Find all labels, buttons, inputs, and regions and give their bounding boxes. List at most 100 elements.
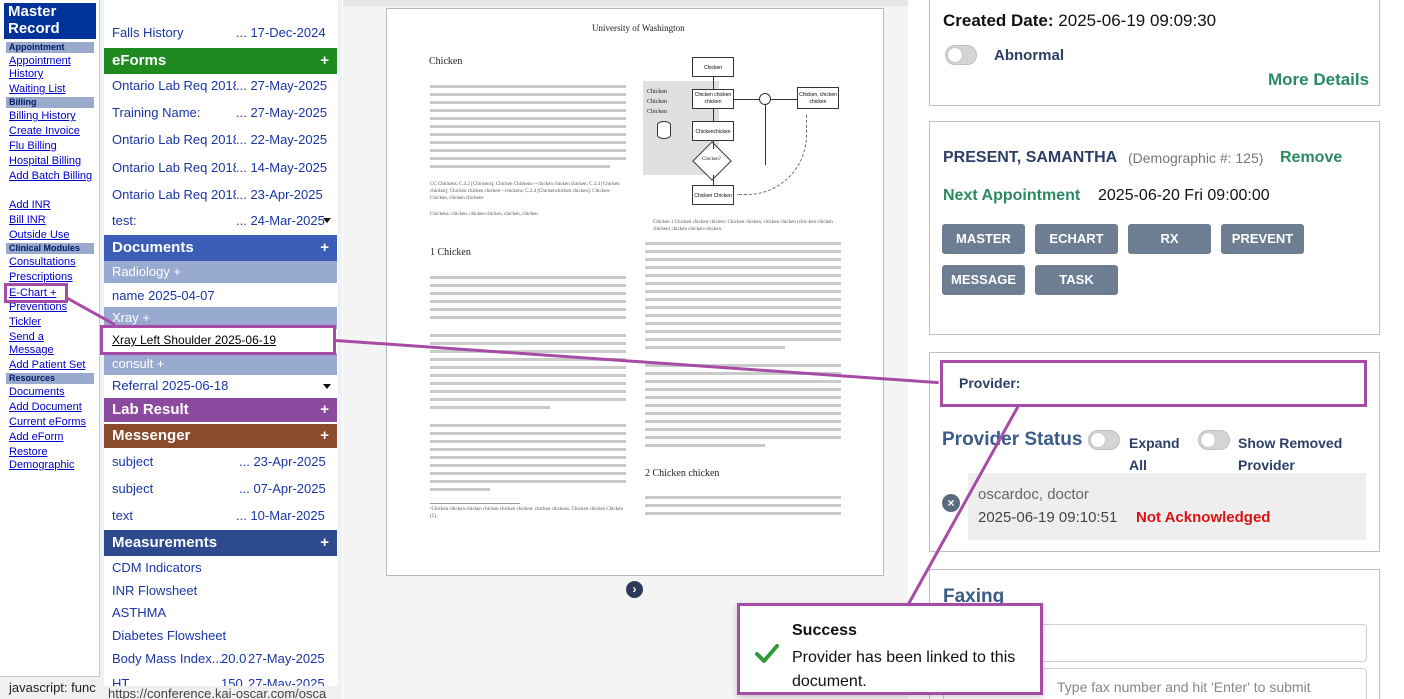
- task-button[interactable]: TASK: [1035, 265, 1118, 295]
- link-waiting-list[interactable]: Waiting List: [9, 83, 65, 96]
- pdf-page[interactable]: University of Washington Chicken CC Chic…: [386, 8, 884, 576]
- document-item[interactable]: Referral 2025-06-18: [112, 378, 228, 394]
- lab-result-header[interactable]: Lab Result +: [104, 398, 337, 422]
- messenger-add-icon[interactable]: +: [320, 424, 329, 448]
- eform-item[interactable]: Training Name:: [112, 105, 236, 121]
- measurements-add-icon[interactable]: +: [320, 530, 329, 556]
- link-add-inr[interactable]: Add INR: [9, 199, 51, 212]
- link-send-message[interactable]: Send a Message: [9, 331, 69, 357]
- expand-all-label: Expand All: [1129, 435, 1180, 473]
- pdf-section-2: 2 Chicken chicken: [645, 468, 720, 479]
- browser-status-bar: javascript: func: [0, 676, 104, 699]
- measurement-item[interactable]: Diabetes Flowsheet: [112, 628, 226, 644]
- link-add-patient-set[interactable]: Add Patient Set: [9, 359, 85, 372]
- measurement-bmi[interactable]: Body Mass Index...: [112, 651, 223, 667]
- abnormal-toggle[interactable]: [945, 45, 977, 65]
- message-item[interactable]: subject: [112, 454, 232, 470]
- eform-item[interactable]: Ontario Lab Req 2018:: [112, 187, 236, 203]
- link-add-eform[interactable]: Add eForm: [9, 431, 63, 444]
- link-add-batch-billing[interactable]: Add Batch Billing: [9, 170, 93, 183]
- next-page-chevron-icon[interactable]: ›: [626, 581, 643, 598]
- documents-add-icon[interactable]: +: [320, 235, 329, 261]
- pdf-figure-side-label: Chicken: [647, 99, 667, 105]
- browser-url-status: https://conference.kai-oscar.com/osca: [104, 686, 342, 699]
- link-consultations[interactable]: Consultations: [9, 256, 76, 269]
- link-bill-inr[interactable]: Bill INR: [9, 214, 46, 227]
- pdf-section-1: 1 Chicken: [430, 247, 471, 258]
- expand-all-toggle[interactable]: [1088, 430, 1120, 450]
- eform-item-date: ... 23-Apr-2025: [236, 187, 323, 202]
- document-item[interactable]: name 2025-04-07: [112, 288, 215, 304]
- link-appointment-history[interactable]: Appointment History: [9, 55, 97, 81]
- link-current-eforms[interactable]: Current eForms: [9, 416, 86, 429]
- link-documents[interactable]: Documents: [9, 386, 65, 399]
- measurement-bmi-date: 27-May-2025: [248, 651, 325, 666]
- prevent-button[interactable]: PREVENT: [1221, 224, 1304, 254]
- eform-item-date: ... 14-May-2025: [236, 160, 328, 175]
- section-billing: Billing: [6, 97, 94, 108]
- pdf-figure-side-label: Chicken: [647, 89, 667, 95]
- message-button[interactable]: MESSAGE: [942, 265, 1025, 295]
- success-check-icon: [754, 640, 780, 666]
- link-hospital-billing[interactable]: Hospital Billing: [9, 155, 81, 168]
- pdf-chicken-line: Chickens: chicken, chicken chicken, chic…: [430, 212, 538, 217]
- messenger-header[interactable]: Messenger +: [104, 424, 337, 448]
- measurement-item[interactable]: INR Flowsheet: [112, 583, 197, 599]
- documents-header[interactable]: Documents +: [104, 235, 337, 261]
- message-item[interactable]: subject: [112, 481, 232, 497]
- eform-item[interactable]: Ontario Lab Req 2018: [112, 78, 236, 94]
- rx-button[interactable]: RX: [1128, 224, 1211, 254]
- abnormal-label: Abnormal: [994, 47, 1065, 64]
- link-billing-history[interactable]: Billing History: [9, 110, 76, 123]
- highlight-echart-link: [4, 283, 68, 303]
- remove-patient-link[interactable]: Remove: [1280, 149, 1342, 167]
- eforms-add-icon[interactable]: +: [320, 48, 329, 74]
- toast-title: Success: [792, 622, 857, 639]
- radiology-subheader[interactable]: Radiology +: [104, 261, 337, 283]
- dropdown-arrow-icon[interactable]: [323, 218, 331, 223]
- highlight-provider-field: [940, 360, 1367, 407]
- measurement-item[interactable]: CDM Indicators: [112, 560, 202, 576]
- eforms-header[interactable]: eForms +: [104, 48, 337, 74]
- link-create-invoice[interactable]: Create Invoice: [9, 125, 80, 138]
- master-record-title: Master Record: [4, 3, 96, 39]
- consult-subheader[interactable]: consult +: [104, 353, 337, 375]
- pdf-figure-database-icon: [657, 121, 671, 139]
- pdf-figure-box: Chicken Chicken: [692, 185, 734, 205]
- patient-name[interactable]: PRESENT, SAMANTHA: [943, 149, 1117, 167]
- eform-item[interactable]: Ontario Lab Req 2018: [112, 160, 236, 176]
- show-removed-label: Show Removed Provider: [1238, 435, 1343, 473]
- link-restore-demographic[interactable]: Restore Demographic: [9, 446, 89, 472]
- echart-button[interactable]: ECHART: [1035, 224, 1118, 254]
- fax-number-placeholder: Type fax number and hit 'Enter' to submi…: [1057, 679, 1311, 695]
- pdf-footnote: ¹Chicken chicken chicken chicken chicken…: [430, 507, 623, 519]
- link-add-document[interactable]: Add Document: [9, 401, 82, 414]
- more-details-link[interactable]: More Details: [1268, 70, 1369, 90]
- falls-history-link[interactable]: Falls History: [112, 25, 232, 41]
- left-navigation: Master Record Appointment Appointment Hi…: [0, 0, 104, 699]
- section-appointment: Appointment: [6, 42, 94, 53]
- eform-item[interactable]: Ontario Lab Req 2018: [112, 132, 236, 148]
- master-button[interactable]: MASTER: [942, 224, 1025, 254]
- message-item[interactable]: text: [112, 508, 232, 524]
- provider-status-title: Provider Status: [942, 429, 1083, 450]
- next-appointment-value: 2025-06-20 Fri 09:00:00: [1098, 187, 1270, 204]
- not-acknowledged-status: Not Acknowledged: [1136, 509, 1271, 526]
- link-tickler[interactable]: Tickler: [9, 316, 41, 329]
- measurement-item[interactable]: ASTHMA: [112, 605, 166, 621]
- link-flu-billing[interactable]: Flu Billing: [9, 140, 57, 153]
- pdf-figure-box: Chicken, chicken chicken: [797, 87, 839, 109]
- pdf-cc-line: CC Chickens: C.3.2 [Chickens]; Chicken C…: [430, 182, 620, 201]
- pdf-figure-box: Chicken: [692, 57, 734, 77]
- remove-provider-icon[interactable]: ×: [942, 494, 960, 512]
- link-outside-use[interactable]: Outside Use: [9, 229, 70, 242]
- pdf-figure-box: Chickenchicken: [692, 121, 734, 141]
- lab-add-icon[interactable]: +: [320, 398, 329, 422]
- measurement-bmi-value: 20.0: [221, 651, 247, 666]
- eforms-title: eForms: [112, 52, 167, 69]
- show-removed-toggle[interactable]: [1198, 430, 1230, 450]
- dropdown-arrow-icon[interactable]: [323, 384, 331, 389]
- toast-message: Provider has been linked to this documen…: [792, 649, 1016, 690]
- measurements-header[interactable]: Measurements +: [104, 530, 337, 556]
- eform-item[interactable]: test:: [112, 213, 236, 229]
